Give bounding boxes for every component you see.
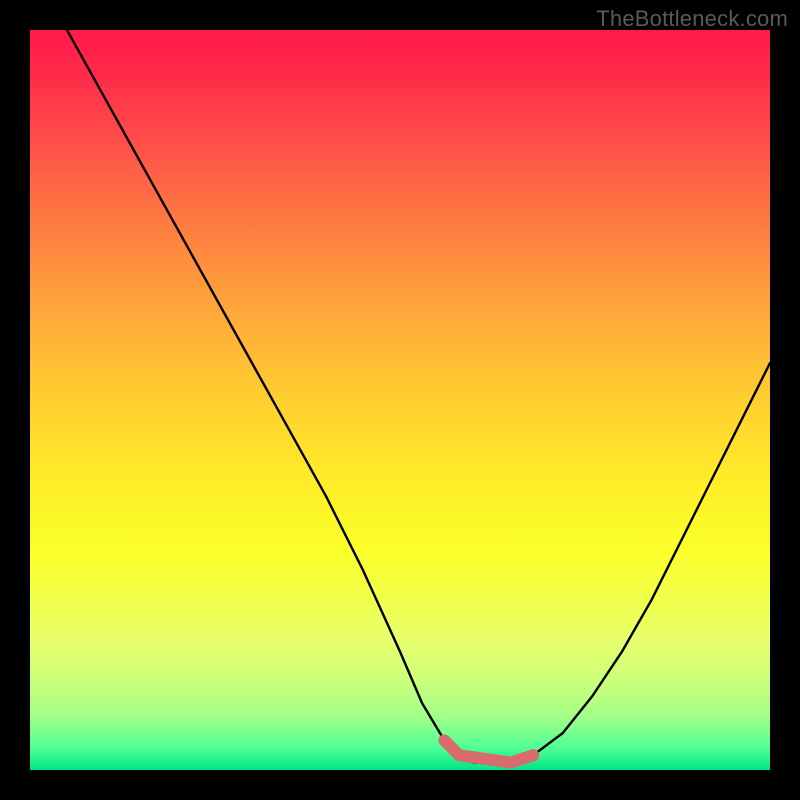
chart-svg (30, 30, 770, 770)
marker-segment (459, 755, 511, 762)
bottleneck-curve-line (67, 30, 770, 763)
marker-segment (511, 755, 533, 762)
chart-canvas: TheBottleneck.com (0, 0, 800, 800)
watermark-text: TheBottleneck.com (596, 6, 788, 32)
flat-region-markers (444, 740, 533, 762)
plot-area (30, 30, 770, 770)
